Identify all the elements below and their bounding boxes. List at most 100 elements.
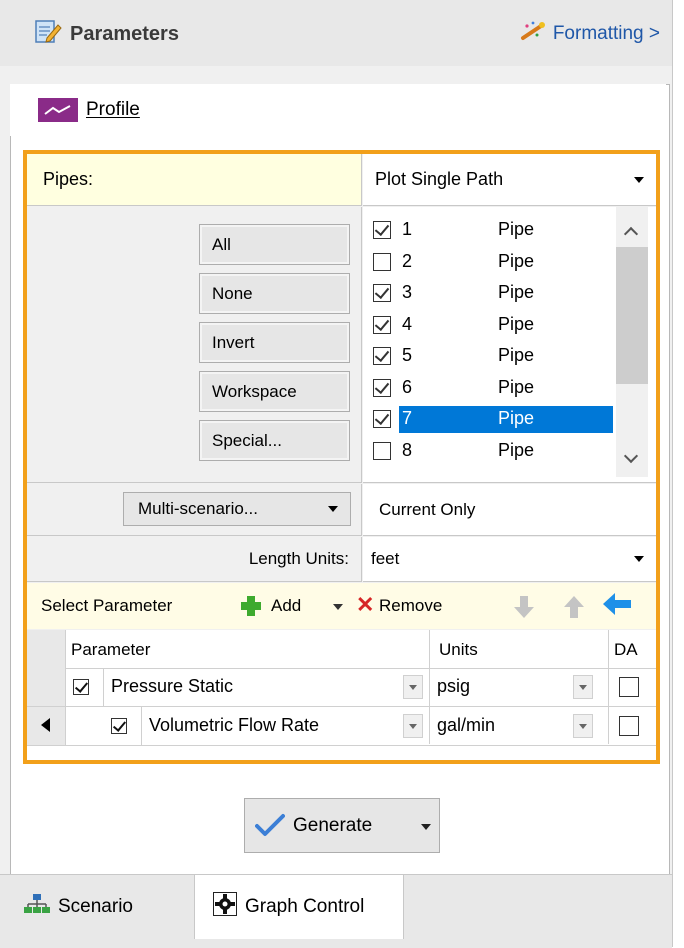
profile-settings-frame: Pipes: Plot Single Path All None Invert … bbox=[23, 150, 660, 764]
pipe-type: Pipe bbox=[498, 219, 535, 239]
row-checkbox[interactable] bbox=[111, 718, 127, 734]
parameter-dropdown-icon[interactable] bbox=[403, 714, 423, 738]
move-down-arrow-icon[interactable] bbox=[513, 594, 535, 627]
invert-selection-button[interactable]: Invert bbox=[199, 322, 350, 363]
table-row[interactable]: Volumetric Flow Rate gal/min bbox=[27, 707, 656, 746]
parameter-grid: Parameter Units DA Pressure Static psig bbox=[27, 630, 656, 760]
parameter-units: psig bbox=[437, 676, 471, 696]
profile-tab-label: Profile bbox=[86, 99, 140, 120]
column-separator bbox=[141, 707, 142, 745]
parameter-dropdown-icon[interactable] bbox=[403, 675, 423, 699]
pipe-selection-section: All None Invert Workspace Special... 1 Pi… bbox=[27, 207, 656, 483]
header-title-label: Parameters bbox=[70, 22, 179, 45]
pipe-checkbox[interactable] bbox=[373, 252, 391, 271]
list-item[interactable]: 3 Pipe bbox=[363, 279, 613, 310]
row-header[interactable] bbox=[27, 668, 66, 706]
scrollbar-thumb[interactable] bbox=[616, 247, 648, 384]
magic-wand-icon bbox=[519, 20, 547, 48]
pipe-type: Pipe bbox=[498, 282, 535, 302]
dropdown-arrow-icon bbox=[328, 506, 338, 512]
generate-button[interactable]: Generate bbox=[244, 798, 440, 853]
row-header[interactable] bbox=[27, 707, 66, 745]
units-dropdown-icon[interactable] bbox=[573, 714, 593, 738]
tab-graph-control[interactable]: Graph Control bbox=[194, 875, 404, 939]
tab-profile[interactable]: Profile bbox=[10, 84, 666, 136]
scroll-down-icon[interactable] bbox=[623, 448, 639, 464]
move-up-arrow-icon[interactable] bbox=[563, 594, 585, 627]
multi-scenario-value: Current Only bbox=[363, 484, 656, 536]
pipe-number: 4 bbox=[402, 313, 413, 334]
pipe-list-scrollbar[interactable] bbox=[616, 207, 648, 477]
pipe-number: 1 bbox=[402, 219, 413, 239]
parameters-title: Parameters bbox=[34, 18, 179, 50]
length-units-select[interactable]: feet bbox=[363, 537, 656, 582]
pipe-listbox[interactable]: 1 Pipe 2 Pipe 3 Pipe 4 Pipe 5 Pipe 6 Pipe 7 Pipe 8 Pipe bbox=[363, 207, 656, 483]
workspace-selection-button[interactable]: Workspace bbox=[199, 371, 350, 412]
pipe-checkbox[interactable] bbox=[373, 315, 391, 334]
pipe-checkbox[interactable] bbox=[373, 284, 391, 302]
pipe-type: Pipe bbox=[498, 313, 535, 334]
pipes-mode-select[interactable]: Plot Single Path bbox=[363, 154, 656, 206]
list-item[interactable]: 2 Pipe bbox=[363, 248, 613, 279]
parameter-name: Volumetric Flow Rate bbox=[149, 715, 320, 735]
pipe-checkbox[interactable] bbox=[373, 221, 391, 239]
special-selection-button[interactable]: Special... bbox=[199, 420, 350, 461]
da-checkbox[interactable] bbox=[619, 716, 639, 736]
units-dropdown-icon[interactable] bbox=[573, 675, 593, 699]
header-units: Units bbox=[439, 640, 478, 659]
multi-scenario-button[interactable]: Multi-scenario... bbox=[123, 492, 351, 526]
pipe-number: 3 bbox=[402, 282, 413, 302]
pipe-checkbox[interactable] bbox=[373, 410, 391, 428]
multi-scenario-row: Multi-scenario... Current Only bbox=[27, 484, 656, 536]
bottom-tab-bar: Scenario Graph Control bbox=[0, 874, 672, 948]
pipes-label: Pipes: bbox=[27, 154, 362, 206]
da-checkbox[interactable] bbox=[619, 677, 639, 697]
row-checkbox[interactable] bbox=[73, 679, 89, 695]
tab-scenario[interactable]: Scenario bbox=[24, 875, 133, 939]
select-none-button[interactable]: None bbox=[199, 273, 350, 314]
formatting-label: Formatting > bbox=[552, 23, 660, 44]
pipe-number: 7 bbox=[402, 408, 413, 428]
pipe-checkbox[interactable] bbox=[373, 347, 391, 365]
parameter-units: gal/min bbox=[437, 715, 496, 735]
multi-scenario-label: Multi-scenario... bbox=[138, 499, 258, 518]
list-item[interactable]: 7 Pipe bbox=[363, 405, 613, 436]
length-units-value: feet bbox=[371, 549, 400, 568]
pipe-type: Pipe bbox=[498, 250, 535, 271]
remove-x-icon[interactable]: ✕ bbox=[356, 592, 374, 618]
length-units-label: Length Units: bbox=[27, 537, 362, 582]
list-item[interactable]: 1 Pipe bbox=[363, 216, 613, 247]
panel-header: Parameters Formatting > bbox=[0, 0, 672, 66]
list-item[interactable]: 5 Pipe bbox=[363, 342, 613, 373]
generate-dropdown-arrow-icon[interactable] bbox=[421, 824, 431, 830]
scenario-tree-icon bbox=[24, 893, 50, 921]
pipe-checkbox[interactable] bbox=[373, 378, 391, 397]
pipe-checkbox[interactable] bbox=[373, 441, 391, 460]
dropdown-arrow-icon bbox=[634, 556, 644, 562]
pipes-row: Pipes: Plot Single Path bbox=[27, 154, 656, 206]
scroll-left-icon[interactable] bbox=[41, 718, 50, 732]
profile-graph-icon bbox=[38, 98, 78, 122]
select-parameter-label: Select Parameter bbox=[41, 596, 173, 615]
list-item[interactable]: 8 Pipe bbox=[363, 437, 613, 468]
formatting-link[interactable]: Formatting > bbox=[519, 20, 660, 48]
pipe-type: Pipe bbox=[498, 376, 535, 397]
scroll-up-icon[interactable] bbox=[623, 226, 639, 242]
list-item[interactable]: 6 Pipe bbox=[363, 374, 613, 405]
remove-parameter-button[interactable]: Remove bbox=[379, 596, 442, 616]
dropdown-arrow-icon bbox=[634, 176, 644, 183]
scenario-tab-label: Scenario bbox=[58, 896, 133, 917]
table-row[interactable]: Pressure Static psig bbox=[27, 668, 656, 707]
back-arrow-icon[interactable] bbox=[601, 591, 633, 624]
gear-icon bbox=[213, 892, 237, 922]
add-plus-icon[interactable] bbox=[241, 596, 261, 616]
parameter-grid-header: Parameter Units DA bbox=[27, 630, 656, 669]
list-item[interactable]: 4 Pipe bbox=[363, 311, 613, 342]
pipe-number: 8 bbox=[402, 439, 413, 460]
selection-buttons: All None Invert Workspace Special... bbox=[27, 207, 362, 483]
add-parameter-button[interactable]: Add bbox=[271, 596, 301, 616]
add-dropdown-arrow-icon[interactable] bbox=[333, 604, 343, 610]
parameter-toolbar: Select Parameter Add ✕ Remove bbox=[27, 583, 656, 629]
length-units-row: Length Units: feet bbox=[27, 537, 656, 582]
select-all-button[interactable]: All bbox=[199, 224, 350, 265]
